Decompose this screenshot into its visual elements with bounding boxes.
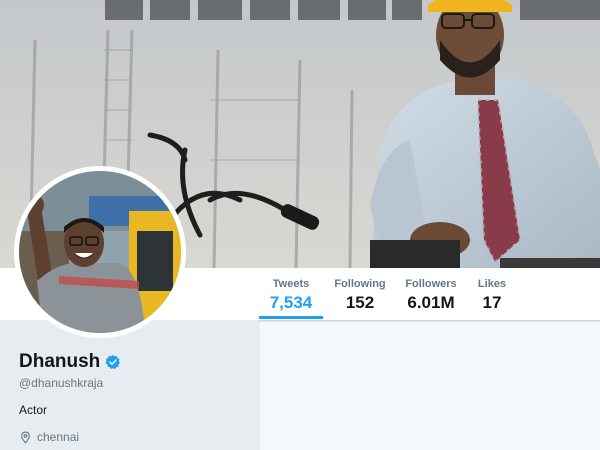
avatar-photo: [19, 171, 181, 333]
location-pin-icon: [21, 431, 30, 444]
stat-followers[interactable]: Followers 6.01M: [398, 277, 464, 314]
stat-label: Following: [334, 278, 386, 290]
location-text: chennai: [37, 430, 80, 444]
stat-likes[interactable]: Likes 17: [470, 277, 514, 314]
avatar[interactable]: [14, 166, 186, 338]
stat-value: 152: [345, 293, 375, 312]
profile-handle[interactable]: @dhanushkraja: [19, 376, 103, 390]
timeline-area: [260, 322, 600, 450]
profile-bio: Actor: [19, 403, 48, 417]
stat-value: 17: [482, 293, 502, 312]
stat-following[interactable]: Following 152: [328, 277, 392, 314]
profile-name[interactable]: Dhanush: [19, 351, 100, 373]
stat-value: 7,534: [269, 293, 313, 312]
stat-tweets[interactable]: Tweets 7,534: [259, 277, 323, 314]
profile-location: chennai: [19, 430, 79, 444]
stat-label: Likes: [477, 278, 507, 290]
stat-value: 6.01M: [407, 293, 455, 312]
verified-badge-icon: [105, 355, 121, 369]
profile-name-row: Dhanush: [19, 351, 121, 373]
stat-label: Tweets: [272, 278, 310, 290]
stat-label: Followers: [405, 278, 457, 290]
active-tab-indicator: [259, 316, 323, 319]
